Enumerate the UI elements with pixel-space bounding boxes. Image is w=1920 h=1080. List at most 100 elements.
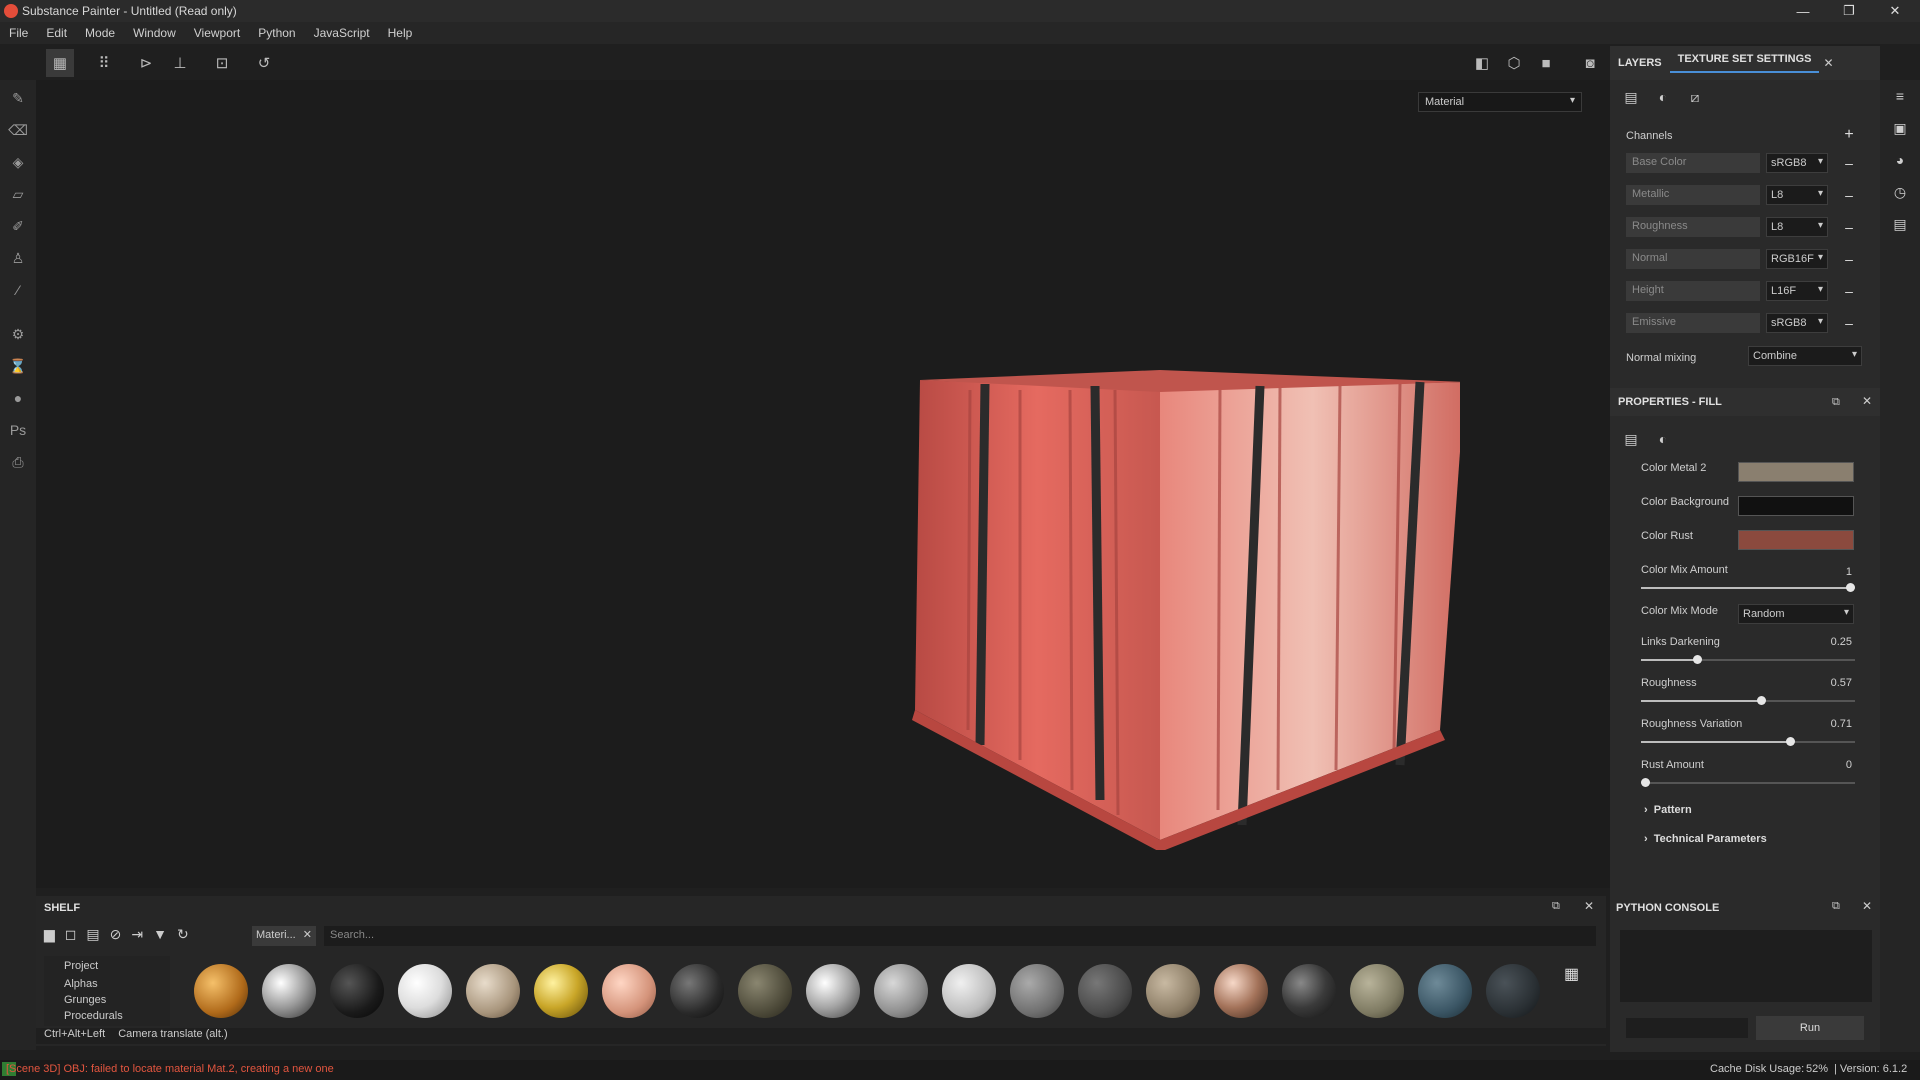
color-metal2-swatch[interactable] [1738, 462, 1854, 482]
history-icon[interactable]: ↺ [250, 49, 278, 77]
slider-knob[interactable] [1846, 583, 1855, 592]
texture-set-list-icon[interactable]: ▤ [1618, 84, 1644, 110]
hide-icon[interactable]: ⊘ [110, 926, 122, 948]
close-panel-icon[interactable]: ✕ [1862, 394, 1872, 408]
material-thumbnail[interactable] [1282, 964, 1336, 1018]
console-input[interactable] [1626, 1018, 1748, 1038]
technical-parameters-group[interactable]: › Technical Parameters [1644, 833, 1767, 845]
close-shelf-icon[interactable]: ✕ [1584, 899, 1594, 913]
format-select-base-color[interactable]: sRGB8 ▾ [1766, 153, 1828, 173]
material-thumbnail[interactable] [1350, 964, 1404, 1018]
folder-icon[interactable]: ▆ [44, 926, 55, 948]
color-picker-icon[interactable]: ⁄ [8, 280, 28, 300]
split-view-icon[interactable]: ◧ [1468, 49, 1496, 77]
remove-channel-icon[interactable]: – [1842, 156, 1856, 170]
roughness-variation-value[interactable]: 0.71 [1800, 718, 1852, 730]
format-select-height[interactable]: L16F ▾ [1766, 281, 1828, 301]
format-select-normal[interactable]: RGB16F ▾ [1766, 249, 1828, 269]
viewport-mode-select[interactable]: Material ▾ [1418, 92, 1582, 112]
category-alphas[interactable]: Alphas [44, 976, 170, 992]
material-thumbnail[interactable] [874, 964, 928, 1018]
remove-channel-icon[interactable]: – [1842, 316, 1856, 330]
color-background-swatch[interactable] [1738, 496, 1854, 516]
roughness-value[interactable]: 0.57 [1800, 677, 1852, 689]
crate-model[interactable] [900, 370, 1460, 850]
add-channel-icon[interactable]: + [1842, 127, 1856, 143]
material-thumbnail[interactable] [466, 964, 520, 1018]
camera-icon[interactable]: ■ [1532, 49, 1560, 77]
pattern-group[interactable]: › Pattern [1644, 804, 1692, 816]
eraser-icon[interactable]: ⌫ [8, 120, 28, 140]
close-tab-icon[interactable]: ✕ [1823, 56, 1833, 70]
close-icon[interactable]: ✕ [303, 928, 312, 941]
history-icon[interactable]: ◷ [1890, 182, 1910, 202]
substance-icon[interactable]: ● [8, 388, 28, 408]
material-thumbnail[interactable] [534, 964, 588, 1018]
smudge-icon[interactable]: ✐ [8, 216, 28, 236]
symmetry-icon[interactable]: ⊳ [132, 49, 160, 77]
screenshot-icon[interactable]: ◙ [1576, 49, 1604, 77]
color-mix-amount-value[interactable]: 1 [1800, 566, 1852, 578]
material-thumbnail[interactable] [194, 964, 248, 1018]
bake-icon[interactable]: ⌛ [8, 356, 28, 376]
material-thumbnail[interactable] [1418, 964, 1472, 1018]
rust-amount-slider[interactable] [1641, 782, 1855, 784]
minimize-button[interactable]: — [1780, 0, 1826, 22]
export-icon[interactable]: ⎙ [8, 452, 28, 472]
display-settings-icon[interactable]: ▣ [1890, 118, 1910, 138]
settings-icon[interactable]: ⚙ [8, 324, 28, 344]
remove-channel-icon[interactable]: – [1842, 284, 1856, 298]
material-icon[interactable]: ◐ [1650, 84, 1676, 110]
remove-channel-icon[interactable]: – [1842, 252, 1856, 266]
material-thumbnail[interactable] [670, 964, 724, 1018]
material-thumbnail[interactable] [738, 964, 792, 1018]
close-window-button[interactable]: ✕ [1872, 0, 1918, 22]
color-mix-mode-select[interactable]: Random ▾ [1738, 604, 1854, 624]
material-thumbnail[interactable] [330, 964, 384, 1018]
slider-knob[interactable] [1757, 696, 1766, 705]
float-panel-icon[interactable]: ⧉ [1552, 900, 1560, 913]
shelf-search-input[interactable]: Search... [324, 926, 1596, 946]
clone-stamp-icon[interactable]: ♙ [8, 248, 28, 268]
remove-channel-icon[interactable]: – [1842, 220, 1856, 234]
material-thumbnail[interactable] [398, 964, 452, 1018]
layers-icon[interactable]: ≡ [1890, 86, 1910, 106]
color-rust-swatch[interactable] [1738, 530, 1854, 550]
uv-icon[interactable]: ⧄ [1682, 84, 1708, 110]
material-icon[interactable]: ◐ [1650, 426, 1676, 452]
normal-mixing-select[interactable]: Combine ▾ [1748, 346, 1862, 366]
material-thumbnail[interactable] [806, 964, 860, 1018]
material-thumbnail[interactable] [602, 964, 656, 1018]
log-icon[interactable]: ▤ [1890, 214, 1910, 234]
library-icon[interactable]: ▤ [86, 926, 99, 948]
material-thumbnail[interactable] [1010, 964, 1064, 1018]
category-grunges[interactable]: Grunges [44, 992, 170, 1008]
slider-knob[interactable] [1693, 655, 1702, 664]
refresh-icon[interactable]: ↻ [177, 926, 189, 948]
close-console-icon[interactable]: ✕ [1862, 899, 1872, 913]
new-folder-icon[interactable]: ◻ [65, 926, 77, 948]
menu-edit[interactable]: Edit [37, 26, 76, 40]
material-thumbnail[interactable] [262, 964, 316, 1018]
material-thumbnail[interactable] [1078, 964, 1132, 1018]
format-select-metallic[interactable]: L8 ▾ [1766, 185, 1828, 205]
menu-mode[interactable]: Mode [76, 26, 124, 40]
fit-view-icon[interactable]: ⊡ [208, 49, 236, 77]
category-procedurals[interactable]: Procedurals [44, 1008, 170, 1024]
format-select-emissive[interactable]: sRGB8 ▾ [1766, 313, 1828, 333]
rust-amount-value[interactable]: 0 [1800, 759, 1852, 771]
menu-help[interactable]: Help [379, 26, 422, 40]
material-thumbnail[interactable] [942, 964, 996, 1018]
import-icon[interactable]: ⇥ [131, 926, 143, 948]
remove-channel-icon[interactable]: – [1842, 188, 1856, 202]
align-icon[interactable]: ⊥ [166, 49, 194, 77]
paint-brush-icon[interactable]: ✎ [8, 88, 28, 108]
select-grid-icon[interactable]: ▦ [46, 49, 74, 77]
links-darkening-value[interactable]: 0.25 [1800, 636, 1852, 648]
tab-layers[interactable]: LAYERS [1610, 57, 1670, 69]
material-thumbnail[interactable] [1486, 964, 1540, 1018]
slider-knob[interactable] [1641, 778, 1650, 787]
menu-python[interactable]: Python [249, 26, 304, 40]
tab-texture-set-settings[interactable]: TEXTURE SET SETTINGS [1669, 53, 1820, 73]
maximize-button[interactable]: ❐ [1826, 0, 1872, 22]
